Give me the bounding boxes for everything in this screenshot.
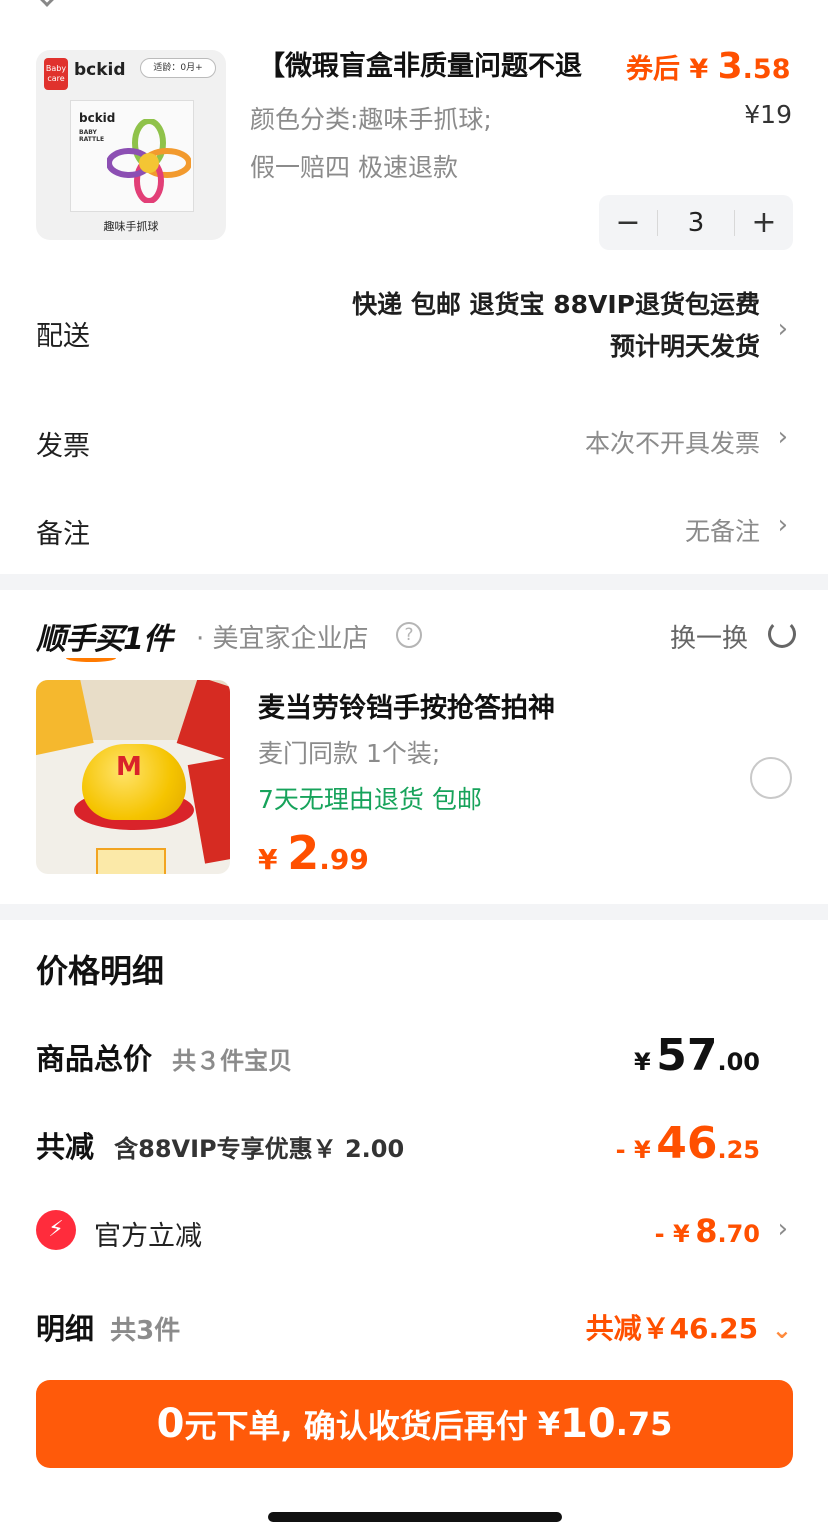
product-title[interactable]: 【微瑕盲盒非质量问题不退 xyxy=(258,44,610,83)
minus-yen: - ¥ xyxy=(615,1136,651,1164)
goods-total-label: 商品总价 共３件宝贝 xyxy=(36,1036,292,1078)
buy-together-title: 顺手买1件 xyxy=(36,614,173,662)
invoice-value[interactable]: 本次不开具发票 xyxy=(585,424,760,460)
refresh-icon[interactable] xyxy=(768,620,796,648)
price-int: 2 xyxy=(287,826,320,880)
official-discount-label: 官方立减 xyxy=(94,1221,202,1252)
cta-int: 10 xyxy=(560,1401,616,1447)
section-divider xyxy=(0,904,828,920)
goods-total-count: 共３件宝贝 xyxy=(172,1047,293,1075)
note-label: 备注 xyxy=(36,519,90,550)
delivery-line-1: 快递 包邮 退货宝 88VIP退货包运费 xyxy=(352,290,760,319)
after-coupon-dec: .58 xyxy=(742,54,791,85)
card-decoration xyxy=(96,848,166,874)
home-indicator[interactable] xyxy=(268,1512,562,1522)
value-int: 57 xyxy=(656,1030,718,1081)
cta-yen: ¥ xyxy=(537,1405,561,1443)
card-decoration xyxy=(187,756,230,864)
section-divider xyxy=(0,574,828,590)
minus-yen: - ¥ xyxy=(654,1220,690,1248)
bell-product-spec[interactable]: 麦门同款 1个装; xyxy=(258,734,440,770)
cta-text: 元下单, 确认收货后再付 xyxy=(184,1407,528,1445)
invoice-label: 发票 xyxy=(36,431,90,462)
bell-product-promo: 7天无理由退货 包邮 xyxy=(258,785,482,814)
product-spec[interactable]: 颜色分类:趣味手抓球; xyxy=(250,100,492,136)
price-detail-title: 价格明细 xyxy=(36,952,165,990)
select-radio[interactable] xyxy=(750,757,792,799)
after-coupon-int: 3 xyxy=(717,46,743,87)
official-discount-value[interactable]: - ¥ 8.70 xyxy=(655,1212,760,1250)
summary-label: 明细 共3件 xyxy=(36,1306,180,1348)
cta-zero: 0 xyxy=(156,1401,185,1447)
value-dec: .70 xyxy=(717,1220,760,1248)
brand-logo: bckid xyxy=(74,60,126,80)
lightning-icon: ⚡ xyxy=(36,1210,76,1250)
discount-label-text: 共减 xyxy=(36,1130,95,1164)
summary-total[interactable]: 共减￥46.25 ⌄ xyxy=(586,1307,792,1347)
delivery-info[interactable]: 快递 包邮 退货宝 88VIP退货包运费 预计明天发货 xyxy=(352,284,760,368)
original-price: ¥19 xyxy=(744,100,792,129)
top-scroll-hint xyxy=(37,0,57,7)
yen-symbol: ¥ xyxy=(633,1048,651,1076)
chevron-double-down-icon: ⌄ xyxy=(771,1316,792,1344)
chevron-right-icon[interactable]: › xyxy=(778,422,788,452)
discount-sub: 含88VIP专享优惠￥ 2.00 xyxy=(114,1135,405,1163)
buy-together-title-text: 顺手买1件 xyxy=(36,622,173,657)
value-dec: .00 xyxy=(717,1048,760,1076)
cta-dec: .75 xyxy=(615,1405,673,1443)
product-caption: 趣味手抓球 xyxy=(103,220,159,233)
bell-product-price: ¥ 2.99 xyxy=(258,826,369,880)
store-name[interactable]: · 美宜家企业店 xyxy=(196,618,369,655)
place-order-button[interactable]: 0 元下单, 确认收货后再付 ¥ 10.75 xyxy=(36,1380,793,1468)
delivery-label: 配送 xyxy=(36,321,90,352)
price-yen: ¥ xyxy=(258,843,278,876)
goods-total-label-text: 商品总价 xyxy=(36,1042,153,1076)
summary-label-text: 明细 xyxy=(36,1312,95,1346)
quantity-value[interactable]: 3 xyxy=(658,208,734,238)
after-coupon-price: 券后 ¥ 3.58 xyxy=(626,46,791,87)
decrease-button[interactable]: − xyxy=(599,205,657,240)
chevron-right-icon[interactable]: › xyxy=(778,1214,788,1244)
product-service-tags: 假一赔四 极速退款 xyxy=(250,153,458,182)
discount-label: 共减 含88VIP专享优惠￥ 2.00 xyxy=(36,1124,404,1166)
help-icon[interactable]: ? xyxy=(396,622,422,648)
bell-product-name[interactable]: 麦当劳铃铛手按抢答拍神 xyxy=(258,686,555,725)
quantity-stepper: − 3 + xyxy=(599,195,793,250)
mcdonalds-logo: M xyxy=(116,752,142,782)
price-dec: .99 xyxy=(319,843,369,876)
babycare-badge: Baby care xyxy=(44,58,68,90)
rattle-ball-illustration xyxy=(107,119,191,203)
summary-count: 共3件 xyxy=(110,1316,181,1346)
goods-total-value: ¥ 57.00 xyxy=(634,1030,760,1081)
delivery-line-2: 预计明天发货 xyxy=(609,332,760,361)
after-coupon-yen: ¥ xyxy=(689,54,709,85)
value-dec: .25 xyxy=(717,1136,760,1164)
product-box: bckid BABY RATTLE xyxy=(70,100,194,212)
chevron-right-icon[interactable]: › xyxy=(778,510,788,540)
bell-product-image[interactable]: M xyxy=(36,680,230,874)
box-subtitle: BABY RATTLE xyxy=(79,129,105,143)
note-value[interactable]: 无备注 xyxy=(685,512,760,548)
summary-total-text: 共减￥46.25 xyxy=(585,1312,759,1345)
chevron-right-icon[interactable]: › xyxy=(778,314,788,344)
smile-underline xyxy=(66,654,116,662)
age-tag: 适龄：0月+ xyxy=(140,58,216,78)
swap-button[interactable]: 换一换 xyxy=(670,618,748,655)
discount-value: - ¥ 46.25 xyxy=(616,1118,760,1169)
after-coupon-label: 券后 xyxy=(626,54,680,85)
increase-button[interactable]: + xyxy=(735,205,793,240)
value-int: 46 xyxy=(656,1118,718,1169)
value-int: 8 xyxy=(695,1212,718,1250)
product-image[interactable]: Baby care bckid 适龄：0月+ bckid BABY RATTLE… xyxy=(36,50,226,240)
